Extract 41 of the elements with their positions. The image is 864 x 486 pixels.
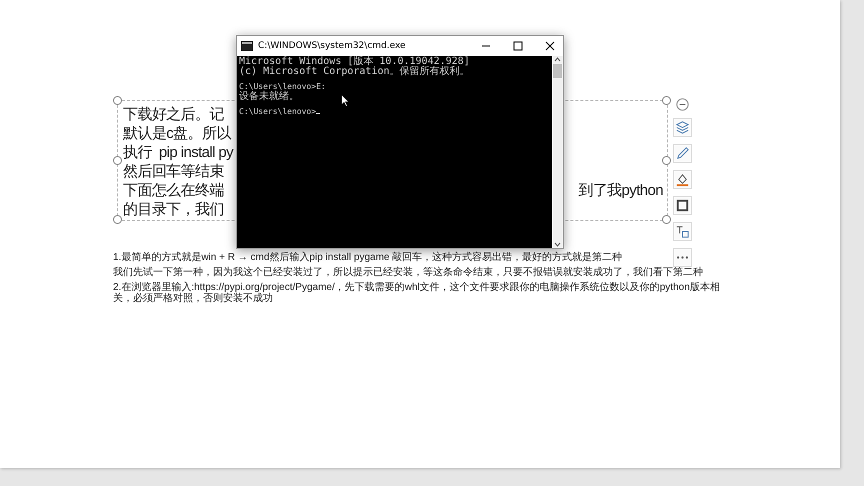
maximize-icon: [512, 41, 522, 51]
pen-icon: [674, 145, 691, 162]
terminal-icon: [241, 41, 253, 51]
pen-button[interactable]: [673, 144, 692, 163]
scroll-down-icon[interactable]: [553, 241, 562, 248]
layers-icon: [674, 119, 691, 136]
collapse-icon: [674, 96, 691, 112]
text-line: 的目录下，我们: [123, 200, 224, 219]
resize-handle[interactable]: [113, 215, 122, 224]
console-line: Microsoft Windows [版本 10.0.19042.928]: [239, 57, 470, 67]
scroll-up-icon[interactable]: [553, 56, 562, 63]
layers-button[interactable]: [673, 118, 692, 137]
text-line: 下面怎么在终端: [123, 181, 224, 200]
more-icon: [677, 256, 688, 259]
scrollbar[interactable]: [552, 56, 563, 248]
console-line: C:\Users\lenovo>E:: [239, 82, 326, 91]
resize-handle[interactable]: [662, 156, 671, 164]
text-line: 执行 pip install py: [123, 143, 234, 162]
fill-button[interactable]: [673, 170, 692, 189]
pointer-icon: [341, 94, 350, 107]
paragraph: 我们先试一下第一种，因为我这个已经安装过了，所以提示已经安装，等这条命令结束，只要不报错误就安装成功了，我们看下第二种: [113, 267, 703, 278]
resize-handle[interactable]: [113, 156, 122, 164]
scroll-thumb[interactable]: [553, 64, 562, 78]
text-line: 下载好之后。记: [123, 105, 224, 124]
close-icon: [544, 41, 554, 51]
border-icon: [674, 197, 691, 214]
more-button[interactable]: [673, 248, 692, 267]
paragraph: 1.最简单的方式就是win + R → cmd然后输入pip install pygame 敲回车，这种方式容易出错，最好的方式就是第二种: [113, 252, 622, 263]
window-title: C:\WINDOWS\system32\cmd.exe: [258, 41, 407, 51]
console-line: 设备未就绪。: [239, 92, 299, 102]
border-button[interactable]: [673, 196, 692, 215]
text-line: 到了我python: [578, 181, 663, 200]
resize-handle[interactable]: [113, 96, 122, 105]
resize-handle[interactable]: [662, 215, 671, 224]
console-line: (c) Microsoft Corporation。保留所有权利。: [239, 67, 470, 77]
text-line: 然后回车等结束: [123, 162, 224, 181]
console-line: C:\Users\lenovo>: [239, 107, 320, 117]
text-button[interactable]: [673, 222, 692, 241]
paragraph: 2.在浏览器里输入:https://pypi.org/project/Pygame/，先下载需要的whl文件，这个文件要求跟你的电脑操作系统位数以及你的python版本相关，必须严格对照，否则安装不成功: [113, 282, 721, 304]
text-line: 默认是c盘。所以: [123, 124, 231, 143]
resize-handle[interactable]: [662, 96, 671, 105]
